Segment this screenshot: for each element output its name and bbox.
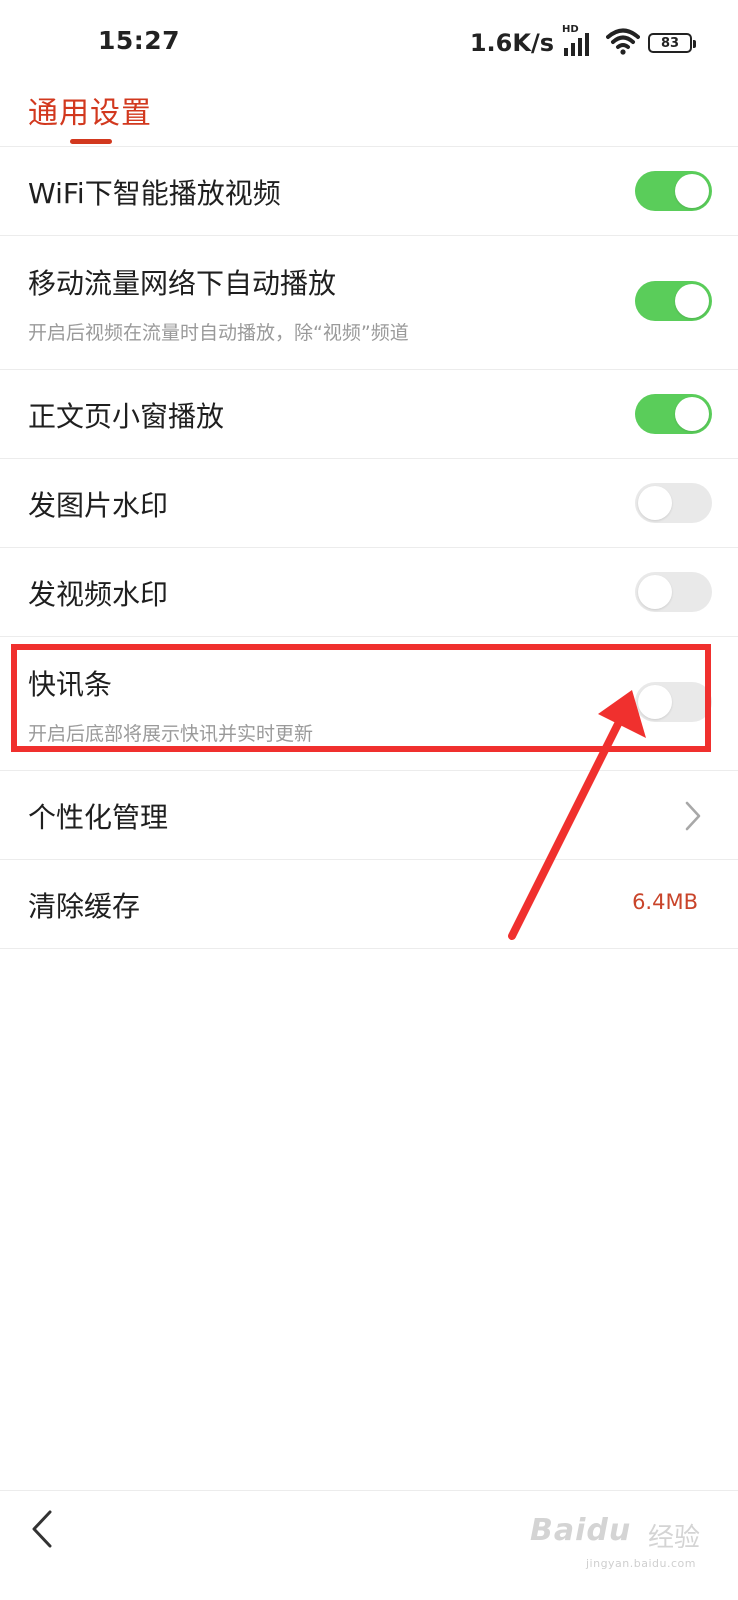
image-watermark-toggle[interactable] bbox=[635, 483, 712, 523]
wifi-icon bbox=[606, 27, 640, 59]
network-speed: 1.6K/s bbox=[469, 29, 554, 57]
video-watermark-toggle[interactable] bbox=[635, 572, 712, 612]
back-button[interactable] bbox=[22, 1507, 62, 1551]
page-title: 通用设置 bbox=[28, 96, 152, 131]
toggle-knob bbox=[638, 575, 672, 609]
setting-label: 个性化管理 bbox=[28, 801, 169, 834]
toggle-knob bbox=[675, 174, 709, 208]
toggle-knob bbox=[638, 486, 672, 520]
setting-description: 开启后底部将展示快讯并实时更新 bbox=[28, 723, 314, 745]
setting-mobile-autoplay[interactable]: 移动流量网络下自动播放 开启后视频在流量时自动播放，除“视频”频道 bbox=[0, 236, 738, 370]
watermark-url: jingyan.baidu.com bbox=[585, 1557, 696, 1570]
chevron-right-icon bbox=[682, 799, 704, 833]
watermark-brand: Baidu bbox=[530, 1513, 632, 1548]
mini-window-toggle[interactable] bbox=[635, 394, 712, 434]
setting-wifi-autoplay[interactable]: WiFi下智能播放视频 bbox=[0, 147, 738, 236]
watermark-cn: 经验 bbox=[647, 1523, 700, 1553]
setting-mini-window[interactable]: 正文页小窗播放 bbox=[0, 370, 738, 459]
setting-label: 发图片水印 bbox=[28, 489, 169, 522]
status-bar: 15:27 1.6K/s HD 83 bbox=[0, 0, 738, 88]
setting-news-ticker[interactable]: 快讯条 开启后底部将展示快讯并实时更新 bbox=[0, 637, 738, 771]
setting-label: 移动流量网络下自动播放 bbox=[28, 267, 337, 300]
setting-clear-cache[interactable]: 清除缓存 6.4MB bbox=[0, 860, 738, 949]
setting-image-watermark[interactable]: 发图片水印 bbox=[0, 459, 738, 548]
screen: 15:27 1.6K/s HD 83 通用设置 WiFi下智能播放视频 移动流量… bbox=[0, 0, 738, 1600]
page-header: 通用设置 bbox=[0, 88, 738, 147]
battery-icon: 83 bbox=[648, 33, 696, 53]
toggle-knob bbox=[638, 685, 672, 719]
toggle-knob bbox=[675, 397, 709, 431]
hd-label: HD bbox=[562, 24, 579, 35]
setting-label: 发视频水印 bbox=[28, 578, 169, 611]
status-indicators: 1.6K/s HD 83 bbox=[469, 24, 696, 60]
status-time: 15:27 bbox=[98, 26, 181, 55]
signal-bars-icon: HD bbox=[562, 24, 598, 58]
setting-label: 正文页小窗播放 bbox=[28, 400, 225, 433]
battery-level: 83 bbox=[660, 35, 680, 51]
title-underline bbox=[70, 139, 112, 144]
setting-description: 开启后视频在流量时自动播放，除“视频”频道 bbox=[28, 322, 409, 344]
mobile-autoplay-toggle[interactable] bbox=[635, 281, 712, 321]
toggle-knob bbox=[675, 284, 709, 318]
wifi-autoplay-toggle[interactable] bbox=[635, 171, 712, 211]
setting-label: 清除缓存 bbox=[28, 890, 141, 923]
settings-list: WiFi下智能播放视频 移动流量网络下自动播放 开启后视频在流量时自动播放，除“… bbox=[0, 147, 738, 949]
news-ticker-toggle[interactable] bbox=[635, 682, 712, 722]
setting-video-watermark[interactable]: 发视频水印 bbox=[0, 548, 738, 637]
chevron-left-icon bbox=[32, 1510, 52, 1548]
cache-size: 6.4MB bbox=[632, 890, 698, 914]
setting-label: WiFi下智能播放视频 bbox=[28, 177, 281, 210]
baidu-watermark: Baidu 经验 jingyan.baidu.com bbox=[530, 1509, 700, 1579]
setting-label: 快讯条 bbox=[28, 668, 113, 701]
bottom-bar: Baidu 经验 jingyan.baidu.com bbox=[0, 1490, 738, 1600]
setting-personalization[interactable]: 个性化管理 bbox=[0, 771, 738, 860]
